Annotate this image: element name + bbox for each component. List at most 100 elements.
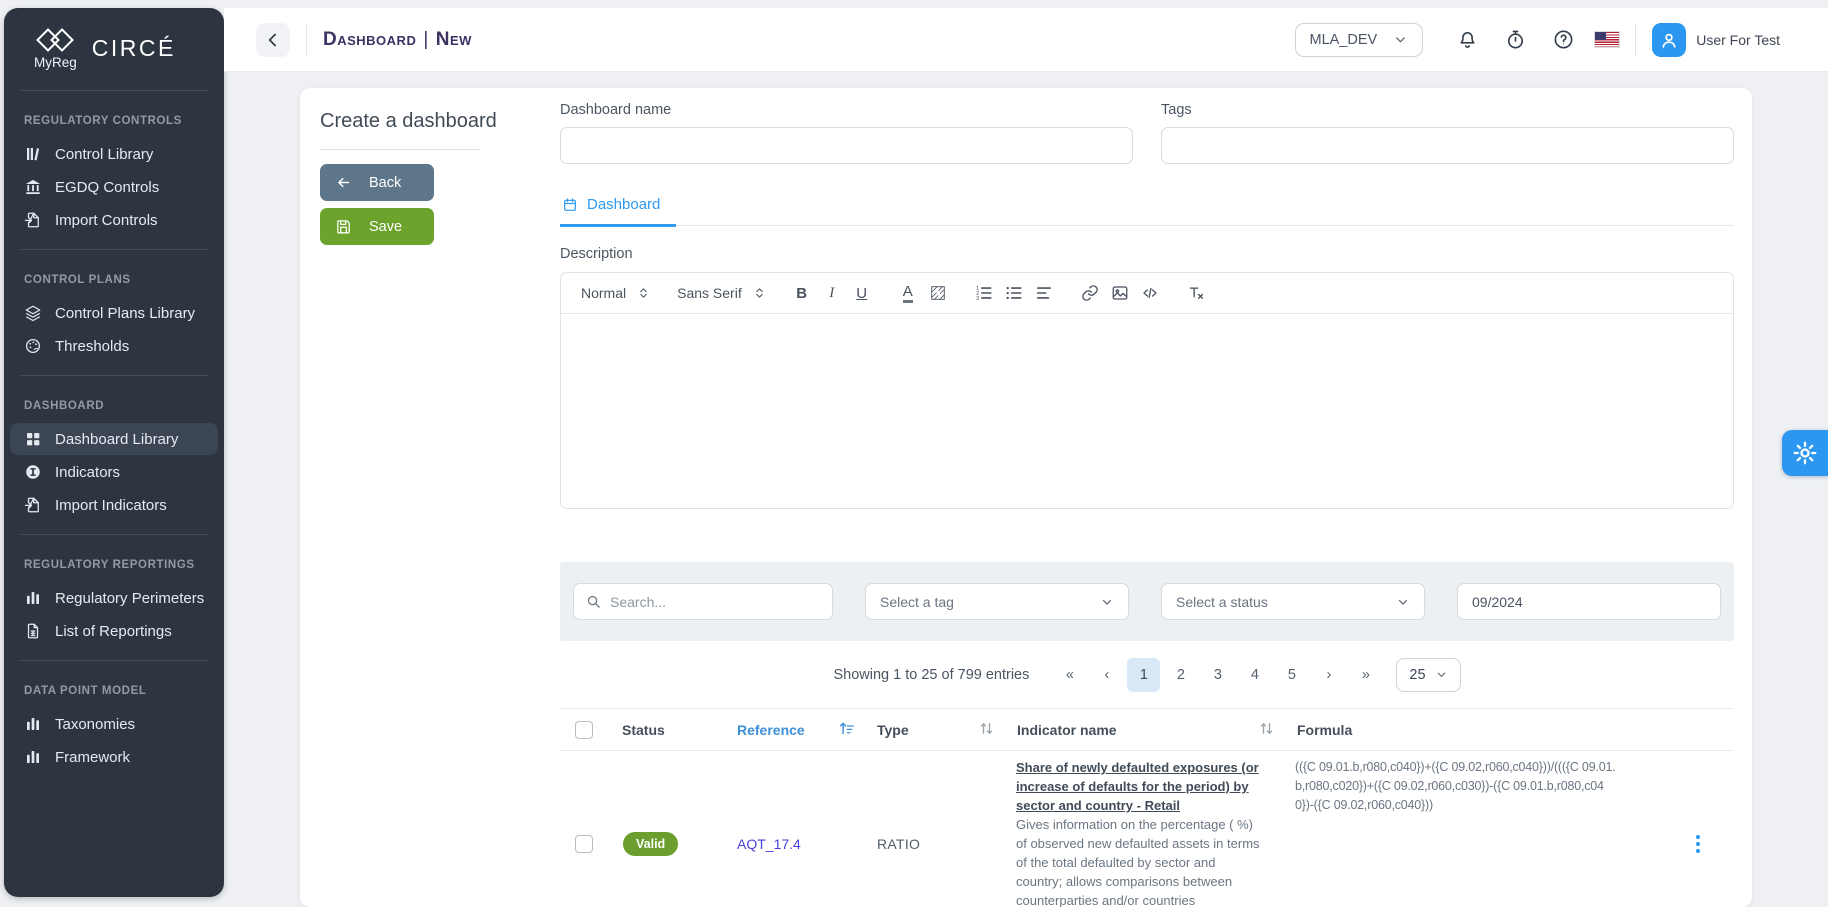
header-divider (1635, 23, 1636, 57)
bold-button[interactable]: B (787, 278, 817, 308)
description-editor-body[interactable] (561, 314, 1733, 508)
sidebar-item-import-controls[interactable]: Import Controls (10, 204, 218, 236)
section-title: CONTROL PLANS (4, 266, 224, 296)
tabs-bar: Dashboard (560, 194, 1734, 226)
status-select[interactable]: Select a status (1161, 583, 1425, 620)
pagination-first[interactable]: « (1053, 658, 1086, 692)
environment-select[interactable]: MLA_DEV (1295, 23, 1424, 57)
reference-link[interactable]: AQT_17.4 (725, 836, 801, 852)
pagination-next[interactable]: › (1312, 658, 1345, 692)
pagination-page-5[interactable]: 5 (1275, 658, 1308, 692)
font-select[interactable]: Sans Serif (677, 285, 765, 301)
code-button[interactable] (1135, 278, 1165, 308)
sort-icon[interactable] (978, 720, 995, 740)
notifications-button[interactable] (1451, 24, 1483, 56)
sidebar-item-thresholds[interactable]: Thresholds (10, 330, 218, 362)
link-icon (1081, 284, 1099, 302)
user-menu[interactable]: User For Test (1652, 23, 1780, 57)
pagination-page-1[interactable]: 1 (1127, 658, 1160, 692)
section-regulatory-controls: REGULATORY CONTROLS Control Library EGDQ… (4, 101, 224, 239)
sidebar-item-label: Indicators (55, 464, 120, 481)
tag-select[interactable]: Select a tag (865, 583, 1129, 620)
align-button[interactable] (1029, 278, 1059, 308)
section-title: REGULATORY CONTROLS (4, 107, 224, 137)
paragraph-format-value: Normal (581, 285, 626, 301)
row-actions-kebab-icon[interactable] (1692, 831, 1704, 857)
text-color-button[interactable]: A (893, 278, 923, 308)
bar-chart-icon (24, 589, 42, 607)
status-select-placeholder: Select a status (1176, 594, 1268, 610)
indicator-table-zone: Showing 1 to 25 of 799 entries « ‹ 1 2 3… (560, 641, 1734, 907)
flag-canton (1595, 32, 1606, 40)
bar-chart-icon (24, 748, 42, 766)
sidebar-item-import-indicators[interactable]: Import Indicators (10, 489, 218, 521)
indicator-filter-bar: Select a tag Select a status (560, 562, 1734, 641)
pagination-last[interactable]: » (1349, 658, 1382, 692)
dashboard-name-label: Dashboard name (560, 102, 1133, 118)
sidebar-item-egdq-controls[interactable]: EGDQ Controls (10, 171, 218, 203)
dashboard-grid-icon (24, 430, 42, 448)
italic-button[interactable]: I (817, 278, 847, 308)
back-button-label: Back (369, 175, 401, 191)
underline-button[interactable]: U (847, 278, 877, 308)
sidebar-item-list-of-reportings[interactable]: List of Reportings (10, 615, 218, 647)
top-header: Dashboard|New MLA_DEV User For Test (224, 8, 1828, 72)
file-import-icon (24, 211, 42, 229)
paragraph-format-select[interactable]: Normal (581, 285, 649, 301)
sidebar-item-indicators[interactable]: Indicators (10, 456, 218, 488)
highlight-color-button[interactable]: A (923, 278, 953, 308)
pagination-prev[interactable]: ‹ (1090, 658, 1123, 692)
indicator-title[interactable]: Share of newly defaulted exposures (or i… (1016, 760, 1259, 813)
sidebar-item-label: Framework (55, 749, 130, 766)
chevron-down-icon (1435, 668, 1448, 681)
sort-icon[interactable] (1258, 720, 1275, 740)
search-input[interactable] (610, 594, 820, 610)
sidebar-divider (20, 534, 208, 535)
header-back-button[interactable] (256, 23, 290, 57)
sidebar-item-control-library[interactable]: Control Library (10, 138, 218, 170)
table-row: Valid AQT_17.4 RATIO Share of newly defa… (560, 751, 1734, 907)
help-button[interactable] (1547, 24, 1579, 56)
clear-format-button[interactable] (1181, 278, 1211, 308)
file-import-icon (24, 496, 42, 514)
brand-logo[interactable]: MyReg CIRCÉ (4, 8, 224, 80)
col-indicator-name[interactable]: Indicator name (1017, 722, 1117, 738)
sidebar-item-taxonomies[interactable]: Taxonomies (10, 708, 218, 740)
pagination-page-3[interactable]: 3 (1201, 658, 1234, 692)
pagination-page-2[interactable]: 2 (1164, 658, 1197, 692)
pagination-page-4[interactable]: 4 (1238, 658, 1271, 692)
back-button[interactable]: Back (320, 164, 434, 201)
insert-link-button[interactable] (1075, 278, 1105, 308)
bank-icon (24, 178, 42, 196)
period-date-input[interactable] (1472, 594, 1706, 610)
dashboard-name-input[interactable] (560, 127, 1133, 164)
bar-chart-icon (24, 715, 42, 733)
myreg-logo: MyReg (34, 26, 77, 70)
sidebar-item-dashboard-library[interactable]: Dashboard Library (10, 423, 218, 455)
save-button[interactable]: Save (320, 208, 434, 245)
chevron-down-icon (1100, 595, 1114, 609)
tags-input[interactable] (1161, 127, 1734, 164)
indicator-description: Gives information on the percentage ( %)… (1016, 815, 1261, 907)
col-type[interactable]: Type (877, 722, 909, 738)
language-us-flag-icon[interactable] (1595, 32, 1619, 47)
section-title: DATA POINT MODEL (4, 677, 224, 707)
sort-asc-icon[interactable] (838, 720, 855, 740)
sidebar-item-framework[interactable]: Framework (10, 741, 218, 773)
ordered-list-button[interactable]: 123 (969, 278, 999, 308)
layers-icon (24, 304, 42, 322)
timer-button[interactable] (1499, 24, 1531, 56)
tab-dashboard[interactable]: Dashboard (560, 194, 676, 227)
settings-fab-button[interactable] (1782, 430, 1828, 476)
select-all-checkbox[interactable] (575, 721, 593, 739)
diamonds-icon (35, 26, 75, 54)
col-reference[interactable]: Reference (737, 722, 805, 738)
insert-image-button[interactable] (1105, 278, 1135, 308)
page-size-select[interactable]: 25 (1396, 658, 1460, 692)
row-checkbox[interactable] (575, 835, 593, 853)
bullet-list-button[interactable] (999, 278, 1029, 308)
logo-subtext: MyReg (34, 55, 77, 70)
sidebar-item-regulatory-perimeters[interactable]: Regulatory Perimeters (10, 582, 218, 614)
bullet-list-icon (1005, 284, 1023, 302)
sidebar-item-control-plans-library[interactable]: Control Plans Library (10, 297, 218, 329)
